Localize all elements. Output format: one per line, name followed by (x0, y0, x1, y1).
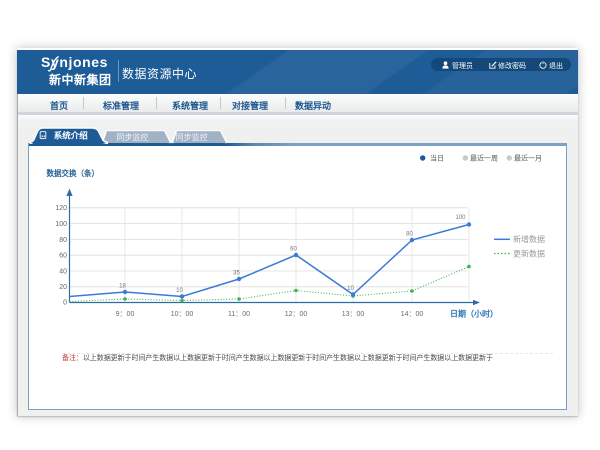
svg-text:80: 80 (406, 232, 413, 238)
svg-text:当日: 当日 (430, 154, 444, 163)
svg-text:数据交换（条）: 数据交换（条） (47, 168, 100, 178)
svg-text:更新数据: 更新数据 (513, 248, 545, 258)
svg-text:0: 0 (63, 300, 67, 307)
svg-text:18: 18 (119, 284, 126, 290)
svg-text:11：00: 11：00 (228, 311, 250, 318)
svg-text:10: 10 (176, 288, 183, 294)
svg-text:12：00: 12：00 (285, 311, 308, 318)
svg-text:14：00: 14：00 (401, 311, 424, 318)
svg-text:120: 120 (55, 205, 67, 212)
svg-text:新增数据: 新增数据 (513, 234, 545, 244)
svg-text:60: 60 (59, 253, 67, 260)
svg-text:9：00: 9：00 (116, 311, 135, 318)
svg-text:10：00: 10：00 (171, 311, 194, 318)
svg-text:40: 40 (59, 268, 67, 275)
svg-text:60: 60 (290, 247, 297, 253)
svg-text:日期（小时）: 日期（小时） (450, 308, 498, 318)
svg-text:13：00: 13：00 (342, 311, 365, 318)
svg-text:35: 35 (233, 271, 240, 277)
svg-text:最近一周: 最近一周 (470, 154, 498, 163)
svg-text:100: 100 (55, 221, 67, 228)
svg-text:最近一月: 最近一月 (514, 154, 542, 163)
svg-text:20: 20 (59, 284, 67, 291)
svg-text:80: 80 (59, 237, 67, 244)
svg-text:100: 100 (455, 215, 466, 221)
svg-text:10: 10 (347, 286, 354, 292)
